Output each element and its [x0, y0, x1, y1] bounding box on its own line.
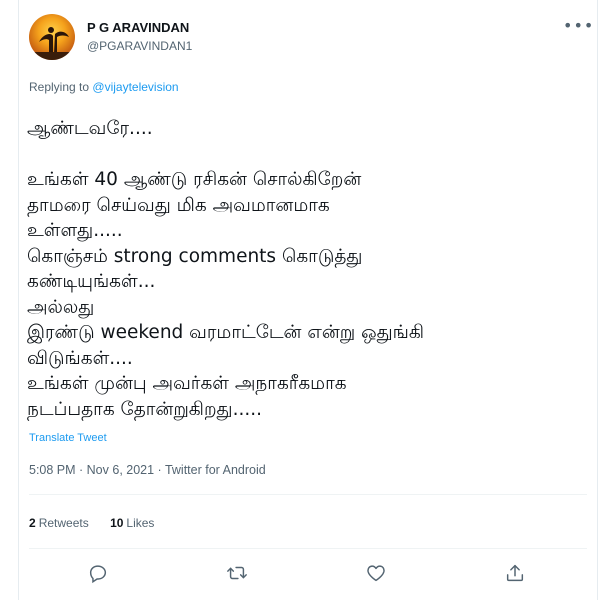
tweet-timestamp[interactable]: 5:08 PM · Nov 6, 2021 · Twitter for Andr…: [29, 463, 266, 477]
like-icon[interactable]: [365, 562, 389, 586]
tweet-text-line: கண்டியுங்கள்...: [27, 271, 156, 292]
tweet-stats: 2 Retweets 10 Likes: [29, 516, 172, 530]
tweet-text-line: இரண்டு weekend வரமாட்டேன் என்று ஒதுங்கி: [27, 322, 425, 343]
avatar[interactable]: [29, 14, 75, 60]
tweet-text-line: நடப்பதாக தோன்றுகிறது.....: [27, 398, 263, 420]
reply-icon[interactable]: [87, 562, 111, 586]
retweets-stat[interactable]: 2 Retweets: [29, 516, 89, 530]
tweet-card: P G ARAVINDAN @PGARAVINDAN1 ••• Replying…: [18, 0, 598, 600]
tweet-text-line: விடுங்கள்....: [27, 347, 133, 369]
tweet-text-line: [27, 142, 587, 168]
retweets-label: Retweets: [38, 516, 89, 530]
retweet-icon[interactable]: [226, 562, 250, 586]
tweet-actions: [19, 562, 599, 588]
likes-stat[interactable]: 10 Likes: [110, 516, 154, 530]
display-name[interactable]: P G ARAVINDAN: [87, 20, 189, 35]
more-horizontal-icon[interactable]: •••: [563, 16, 594, 35]
user-handle[interactable]: @PGARAVINDAN1: [87, 39, 192, 53]
tweet-text-line: உள்ளது.....: [27, 220, 123, 241]
tweet-text-line: உங்கள் முன்பு அவர்கள் அநாகரீகமாக: [27, 373, 347, 394]
reply-to-link[interactable]: @vijaytelevision: [92, 80, 178, 94]
tweet-text: ஆண்டவரே.... உங்கள் 40 ஆண்டு ரசிகன் சொல்க…: [27, 116, 587, 422]
tweet-text-line: உங்கள் 40 ஆண்டு ரசிகன் சொல்கிறேன்: [27, 169, 362, 190]
divider: [29, 494, 587, 495]
retweets-count: 2: [29, 516, 36, 530]
tweet-text-line: கொஞ்சம் strong comments கொடுத்து: [27, 245, 363, 267]
replying-to: Replying to @vijaytelevision: [29, 80, 179, 94]
likes-count: 10: [110, 516, 124, 530]
tweet-text-line: ஆண்டவரே....: [27, 118, 153, 139]
divider: [29, 548, 587, 549]
translate-tweet-link[interactable]: Translate Tweet: [29, 432, 107, 444]
tweet-text-line: அல்லது: [27, 296, 95, 318]
replying-prefix: Replying to: [29, 80, 90, 94]
tweet-text-line: தாமரை செய்வது மிக அவமானமாக: [27, 194, 330, 216]
share-icon[interactable]: [504, 562, 528, 586]
likes-label: Likes: [126, 516, 155, 530]
